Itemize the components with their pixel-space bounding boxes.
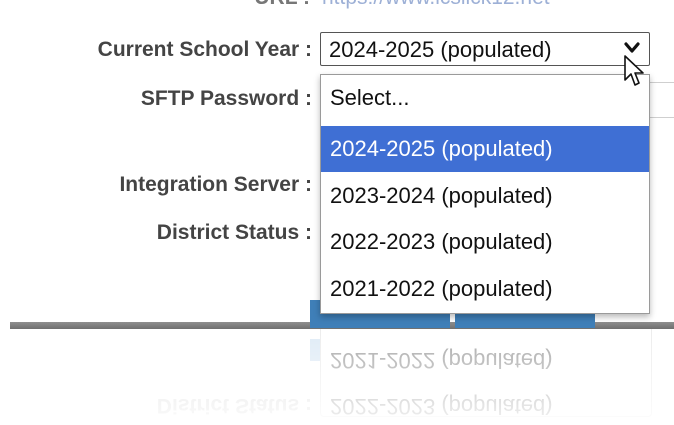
reflection-option-a: 2021-2022 (populated) — [330, 348, 553, 373]
reflection: 2021-2022 (populated) 2022-2023 (populat… — [0, 329, 674, 425]
option-2022-2023[interactable]: 2022-2023 (populated) — [321, 219, 649, 265]
option-2023-2024[interactable]: 2023-2024 (populated) — [321, 173, 649, 219]
settings-form: URL : https://www.icsilck12.net Current … — [0, 0, 674, 425]
url-label: URL : — [188, 0, 310, 10]
reflection-option-b: 2022-2023 (populated) — [330, 394, 553, 419]
url-link[interactable]: https://www.icsilck12.net — [322, 0, 550, 10]
option-select[interactable]: Select... — [321, 77, 649, 119]
district-status-label: District Status : — [156, 221, 312, 244]
reflection-content: 2021-2022 (populated) 2022-2023 (populat… — [0, 329, 674, 425]
option-2024-2025[interactable]: 2024-2025 (populated) — [321, 126, 649, 172]
option-2021-2022[interactable]: 2021-2022 (populated) — [321, 266, 649, 312]
reflection-label: District Status : — [156, 394, 312, 417]
current-school-year-select[interactable]: 2024-2025 (populated) — [320, 32, 650, 66]
sftp-password-label: SFTP Password : — [140, 87, 312, 110]
integration-server-label: Integration Server : — [119, 173, 312, 196]
mouse-pointer-icon — [624, 55, 644, 86]
school-year-dropdown-list: Select... 2024-2025 (populated) 2023-202… — [320, 74, 650, 314]
sftp-password-input[interactable] — [650, 82, 674, 118]
select-current-value: 2024-2025 (populated) — [329, 37, 552, 62]
current-school-year-label: Current School Year : — [97, 38, 312, 61]
